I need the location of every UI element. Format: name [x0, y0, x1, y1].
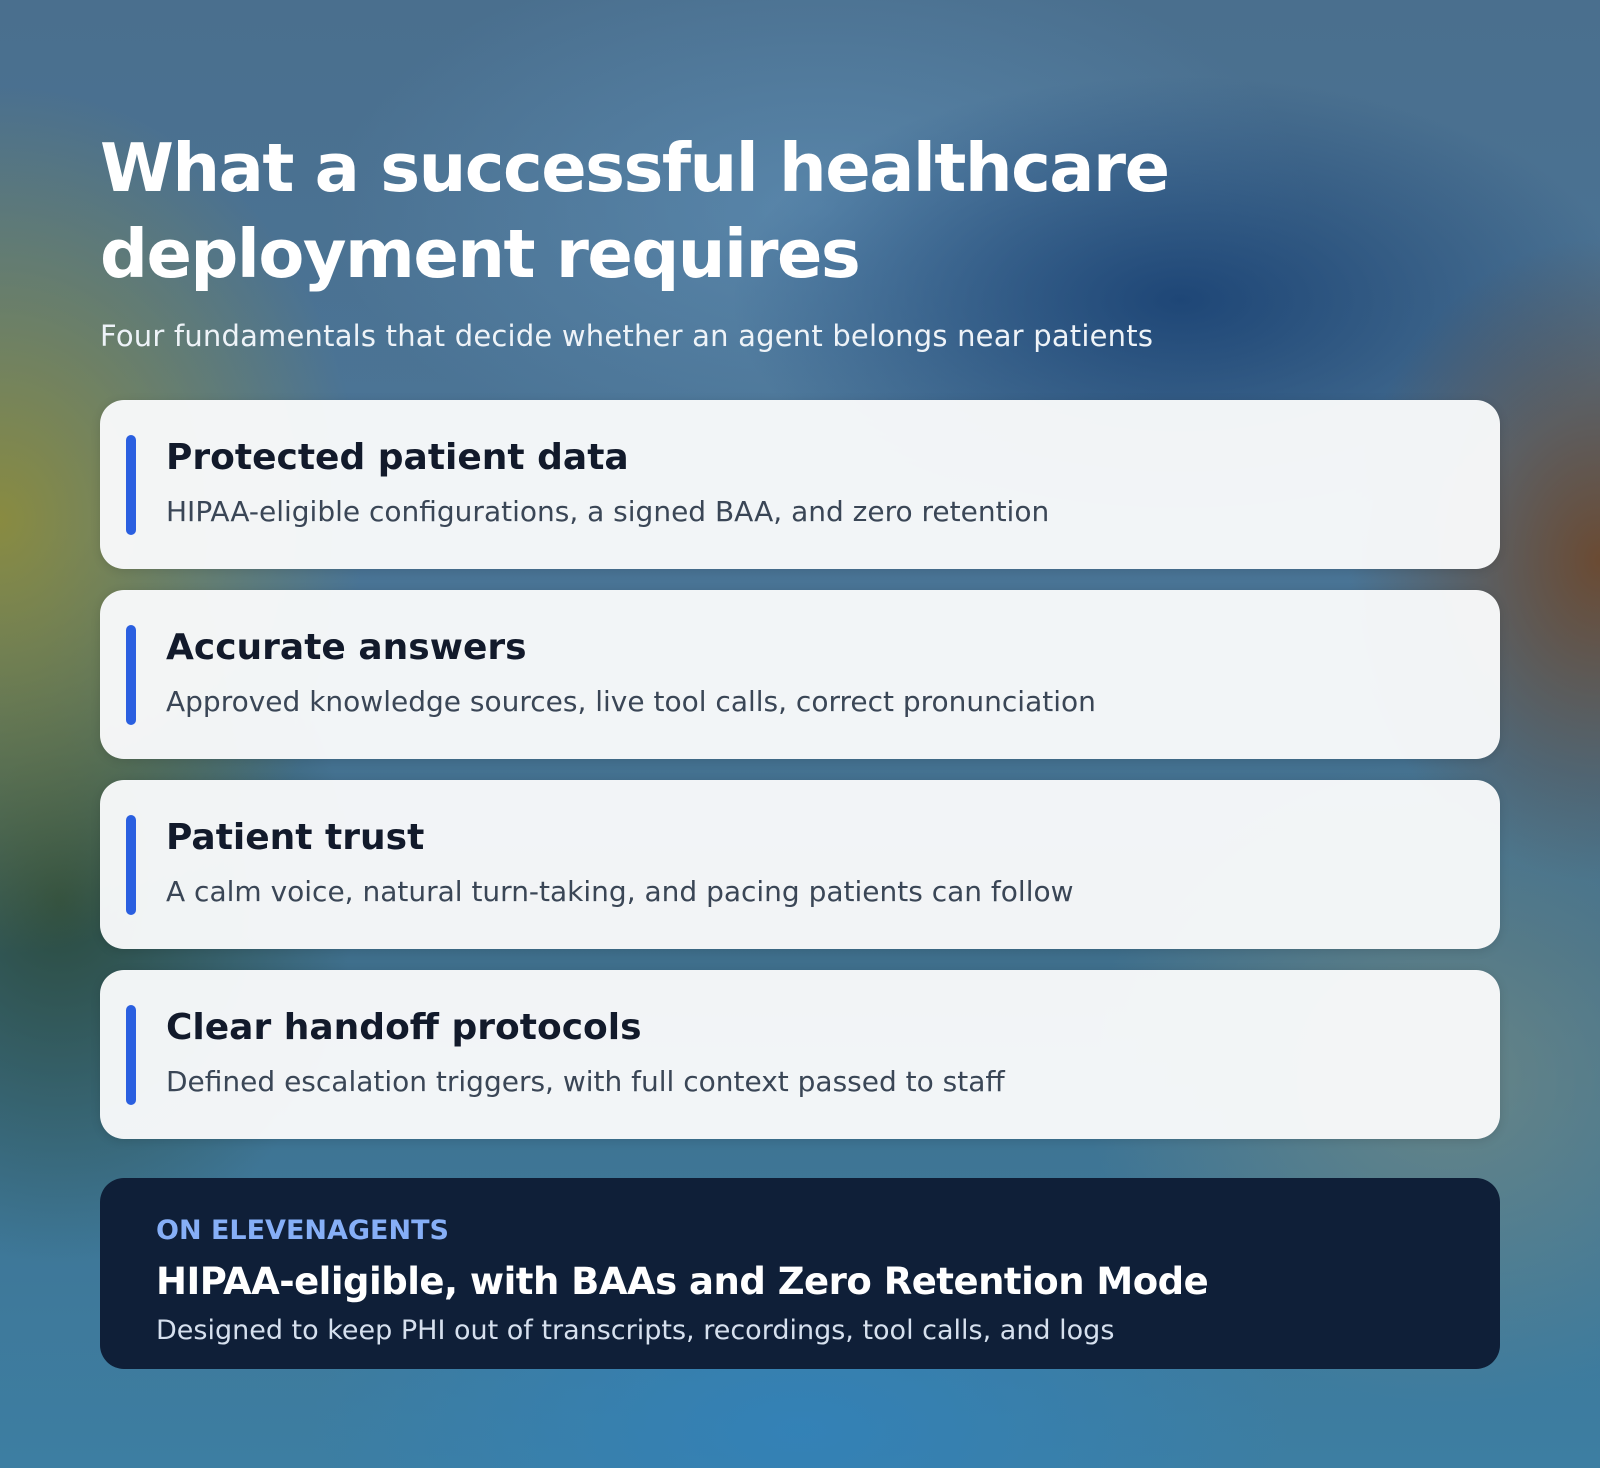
accent-bar — [126, 815, 136, 915]
fundamental-card-patient-trust: Patient trust A calm voice, natural turn… — [100, 780, 1500, 949]
callout-eyebrow: ON ELEVENAGENTS — [156, 1215, 449, 1246]
card-title: Protected patient data — [166, 437, 629, 478]
elevenagents-callout: ON ELEVENAGENTS HIPAA-eligible, with BAA… — [100, 1178, 1500, 1369]
card-title: Accurate answers — [166, 627, 527, 668]
page-subtitle: Four fundamentals that decide whether an… — [100, 319, 1154, 353]
accent-bar — [126, 1005, 136, 1105]
callout-headline: HIPAA-eligible, with BAAs and Zero Reten… — [156, 1260, 1209, 1303]
card-description: Defined escalation triggers, with full c… — [166, 1065, 1005, 1098]
callout-body: Designed to keep PHI out of transcripts,… — [156, 1315, 1115, 1346]
card-title: Patient trust — [166, 817, 425, 858]
page-title: What a successful healthcare deployment … — [100, 129, 1170, 293]
fundamentals-list: Protected patient data HIPAA-eligible co… — [100, 400, 1500, 1160]
accent-bar — [126, 625, 136, 725]
card-description: HIPAA-eligible configurations, a signed … — [166, 495, 1050, 528]
fundamental-card-protected-data: Protected patient data HIPAA-eligible co… — [100, 400, 1500, 569]
card-description: Approved knowledge sources, live tool ca… — [166, 685, 1096, 718]
fundamental-card-accurate-answers: Accurate answers Approved knowledge sour… — [100, 590, 1500, 759]
accent-bar — [126, 435, 136, 535]
card-title: Clear handoff protocols — [166, 1007, 642, 1048]
card-description: A calm voice, natural turn-taking, and p… — [166, 875, 1074, 908]
fundamental-card-handoff-protocols: Clear handoff protocols Defined escalati… — [100, 970, 1500, 1139]
